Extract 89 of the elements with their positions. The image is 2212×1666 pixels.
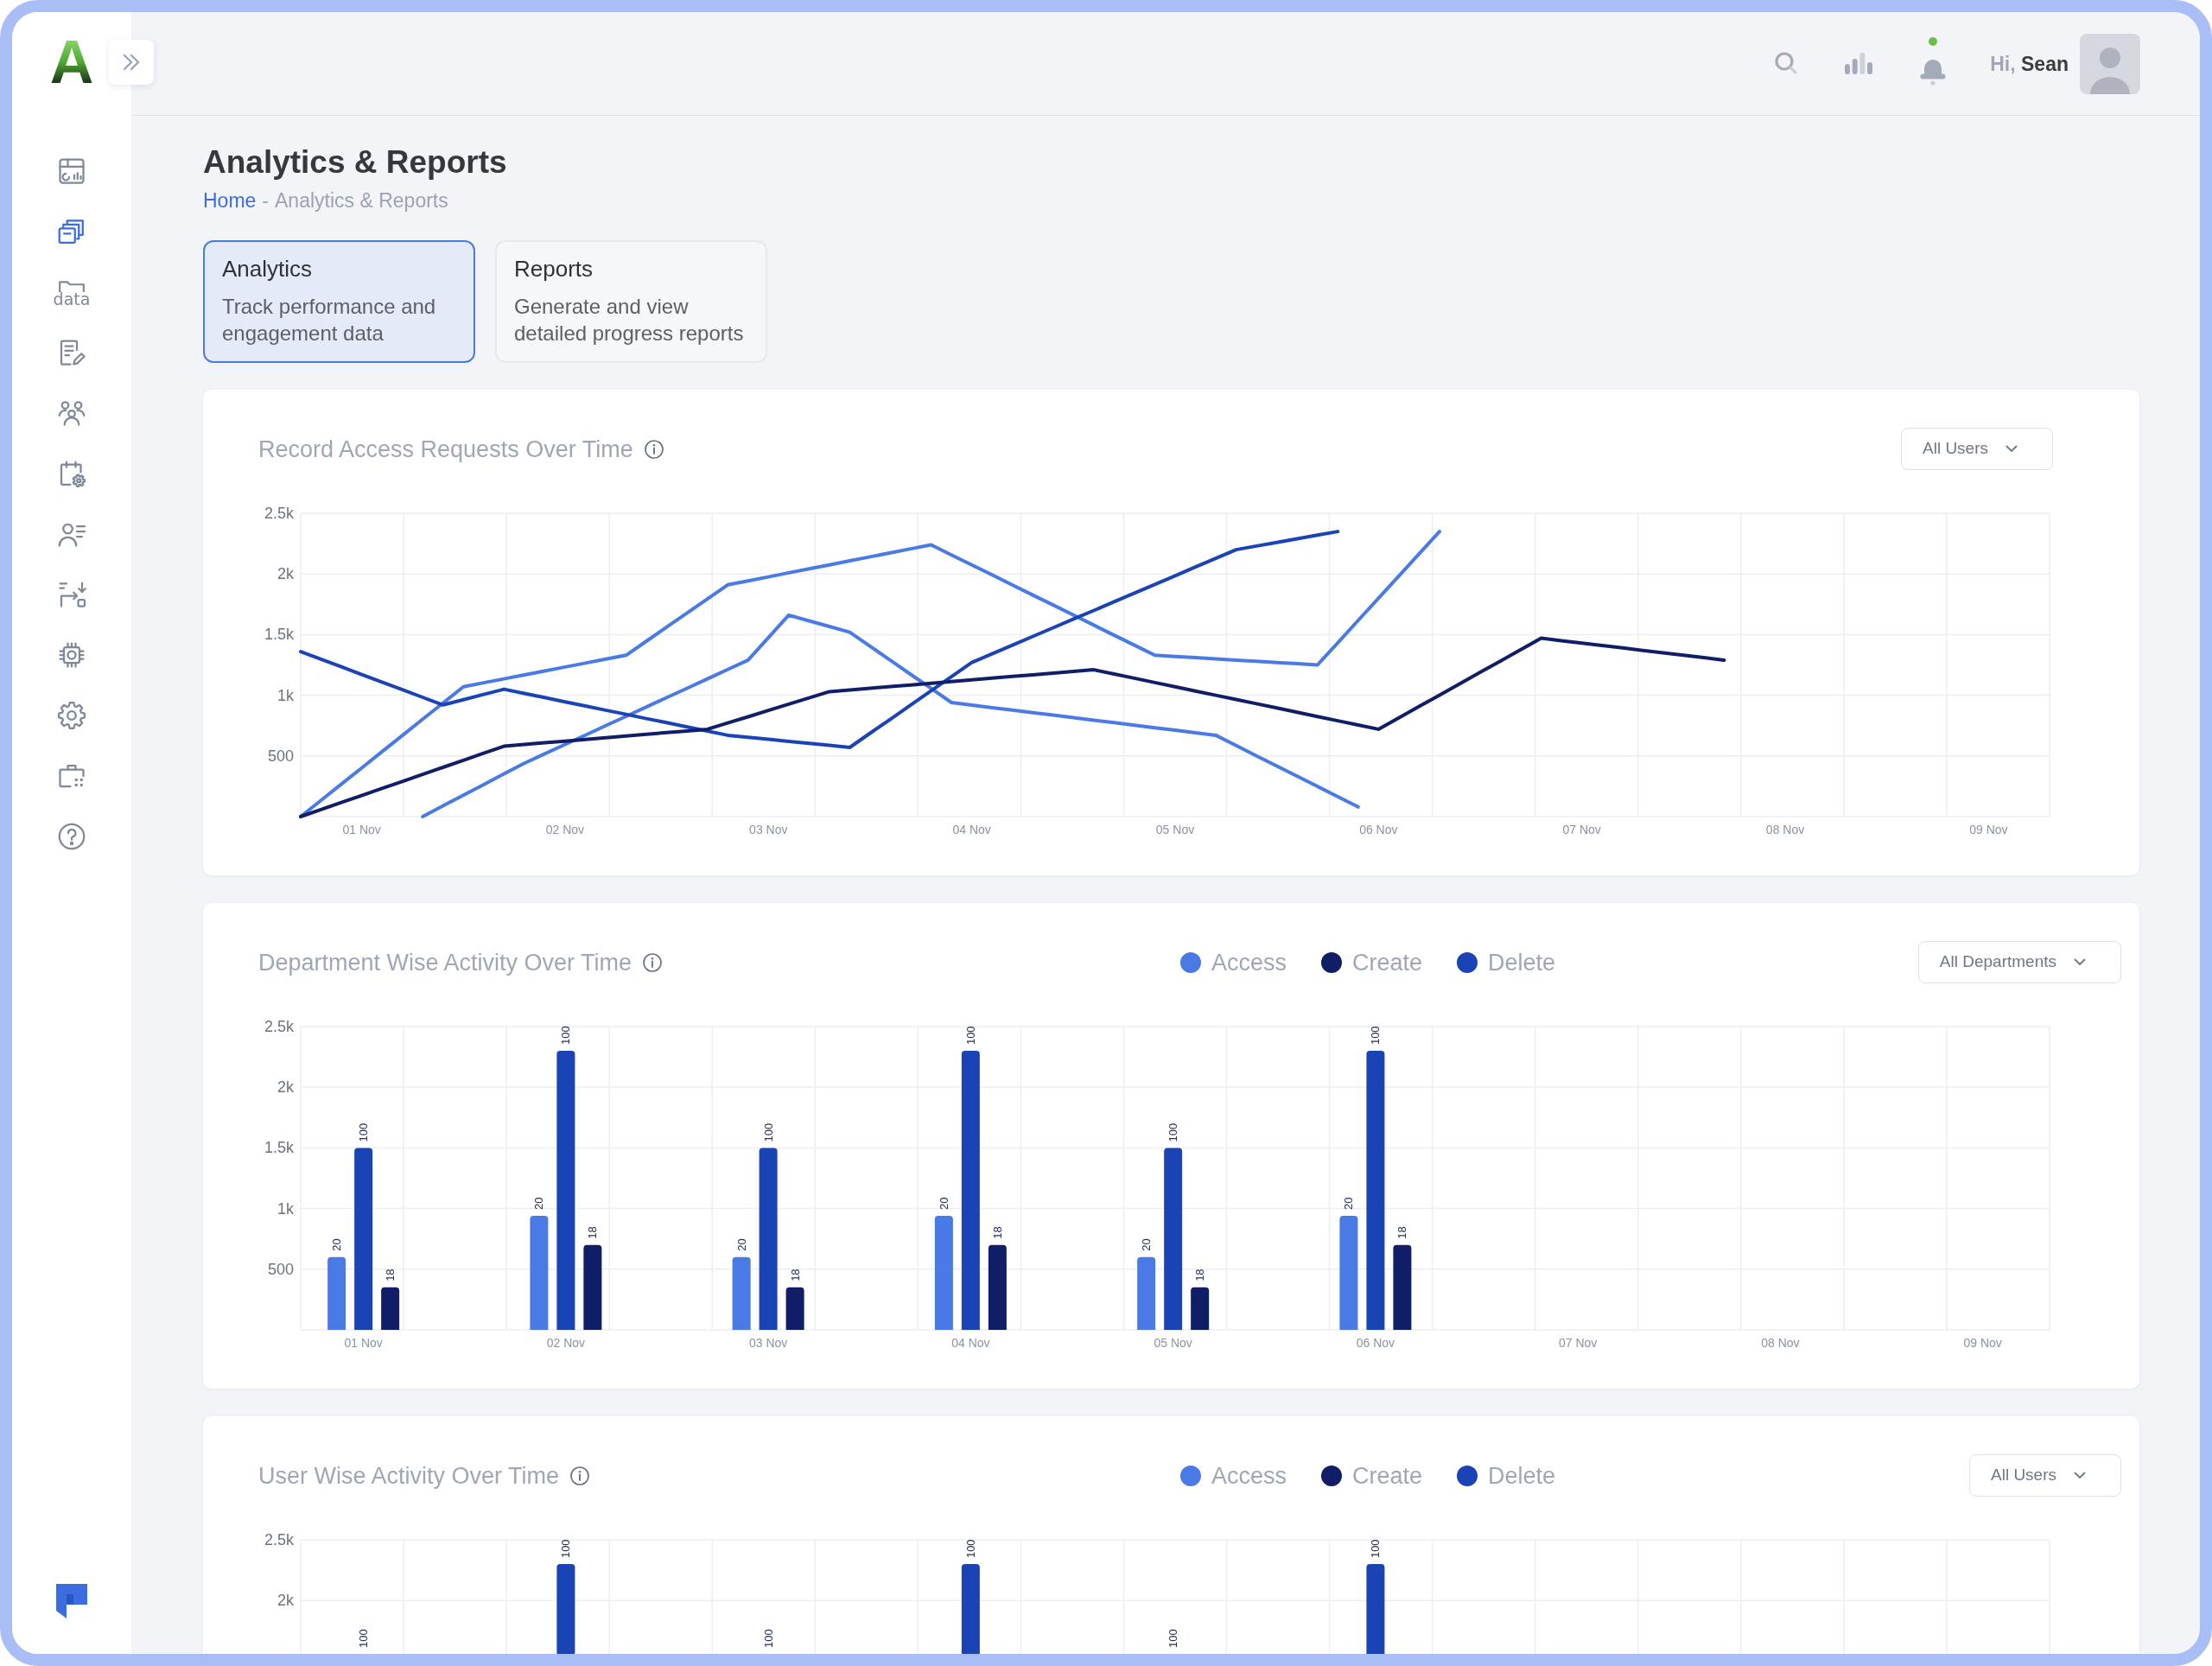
breadcrumb-link[interactable]: Home [203, 188, 257, 213]
bar-chart-icon[interactable] [1845, 53, 1873, 74]
value-label: 100 [357, 1629, 371, 1648]
value-label: 20 [734, 1238, 748, 1251]
breadcrumb-separator: - [262, 188, 270, 213]
legend-label: Delete [1488, 1461, 1556, 1491]
info-icon[interactable] [569, 1465, 591, 1486]
filter-dropdown[interactable]: All Users [1901, 428, 2053, 470]
value-label: 100 [1369, 1026, 1382, 1046]
legend-label: Create [1352, 1461, 1423, 1491]
avatar-placeholder [2080, 33, 2140, 94]
y-axis-label: 500 [267, 1260, 294, 1278]
value-label: 20 [1342, 1197, 1356, 1210]
value-label: 18 [586, 1226, 600, 1239]
y-axis-label: 2k [277, 1592, 294, 1610]
y-axis-label: 1.5k [264, 626, 294, 644]
y-axis-label: 2k [277, 1078, 294, 1097]
x-axis-label: 07 Nov [1559, 1336, 1598, 1350]
value-label: 100 [559, 1539, 573, 1559]
x-axis-label: 02 Nov [545, 823, 585, 836]
chart-title: Department Wise Activity Over Time [258, 948, 632, 977]
dashboard-icon [56, 156, 87, 187]
chip-icon [56, 639, 87, 671]
x-axis-label: 08 Nov [1765, 823, 1805, 836]
value-label: 100 [963, 1539, 977, 1559]
x-axis-label: 03 Nov [748, 1336, 788, 1350]
value-label: 20 [330, 1238, 344, 1251]
sidebar-item[interactable]: data [49, 270, 94, 315]
x-axis-label: 09 Nov [1963, 1336, 2002, 1350]
value-label: 20 [937, 1197, 950, 1210]
tab[interactable]: Analytics Track performance and engagement data [203, 240, 475, 363]
chevron-down-icon [2005, 445, 2018, 453]
x-axis-label: 06 Nov [1356, 1336, 1395, 1350]
value-label: 18 [788, 1269, 802, 1281]
tab[interactable]: Reports Generate and view detailed progress reports [495, 240, 767, 363]
x-axis-label: 06 Nov [1359, 823, 1398, 836]
x-axis-label: 01 Nov [344, 1336, 383, 1350]
y-axis-label: 500 [267, 747, 294, 765]
brand-mark-icon [54, 1582, 89, 1620]
value-label: 18 [1395, 1226, 1409, 1239]
value-label: 18 [1193, 1269, 1207, 1281]
greeting-text: Hi, Sean [1990, 51, 2069, 77]
y-axis-label: 2.5k [264, 1018, 294, 1035]
value-label: 100 [761, 1122, 775, 1142]
y-axis-label: 2.5k [264, 1531, 294, 1548]
help-icon [56, 821, 87, 852]
expand-button[interactable] [109, 40, 154, 85]
breadcrumb-current: Analytics & Reports [275, 188, 448, 213]
x-axis-label: 03 Nov [749, 823, 788, 836]
y-axis-label: 1k [277, 686, 294, 704]
value-label: 100 [1369, 1539, 1382, 1559]
info-icon[interactable] [642, 951, 664, 973]
filter-dropdown[interactable]: All Users [1969, 1454, 2121, 1497]
chart-title: User Wise Activity Over Time [258, 1461, 560, 1491]
value-label: 100 [1166, 1122, 1180, 1142]
value-label: 100 [963, 1026, 977, 1046]
y-axis-label: 2.5k [264, 505, 294, 522]
x-axis-label: 04 Nov [952, 823, 991, 836]
y-axis-label: 1.5k [264, 1139, 294, 1157]
search-icon[interactable] [1774, 51, 1799, 76]
y-axis-label: 1k [277, 1199, 294, 1218]
x-axis-label: 04 Nov [951, 1336, 990, 1350]
legend-label: Delete [1488, 948, 1556, 977]
x-axis-label: 05 Nov [1154, 1336, 1192, 1350]
info-icon[interactable] [643, 438, 664, 460]
legend-label: Access [1211, 948, 1287, 977]
chevron-down-icon [2074, 958, 2086, 966]
legend-label: Create [1352, 948, 1423, 977]
value-label: 100 [559, 1026, 573, 1046]
filter-dropdown[interactable]: All Departments [1917, 941, 2121, 983]
x-axis-label: 05 Nov [1155, 823, 1195, 836]
value-label: 100 [1166, 1629, 1180, 1648]
value-label: 20 [532, 1197, 546, 1210]
settings-icon [56, 700, 87, 731]
value-label: 18 [384, 1269, 397, 1281]
y-axis-label: 2k [277, 565, 294, 583]
page-title: Analytics & Reports [203, 143, 508, 181]
x-axis-label: 07 Nov [1562, 823, 1601, 836]
value-label: 100 [761, 1629, 775, 1648]
value-label: 20 [1140, 1238, 1154, 1251]
x-axis-label: 01 Nov [342, 823, 381, 836]
x-axis-label: 02 Nov [546, 1336, 586, 1350]
legend-label: Access [1211, 1461, 1287, 1491]
value-label: 18 [990, 1226, 1004, 1239]
x-axis-label: 08 Nov [1761, 1336, 1800, 1350]
x-axis-label: 09 Nov [1969, 823, 2008, 836]
value-label: 100 [357, 1122, 371, 1142]
chart-title: Record Access Requests Over Time [258, 435, 633, 464]
chevron-down-icon [2074, 1472, 2086, 1479]
